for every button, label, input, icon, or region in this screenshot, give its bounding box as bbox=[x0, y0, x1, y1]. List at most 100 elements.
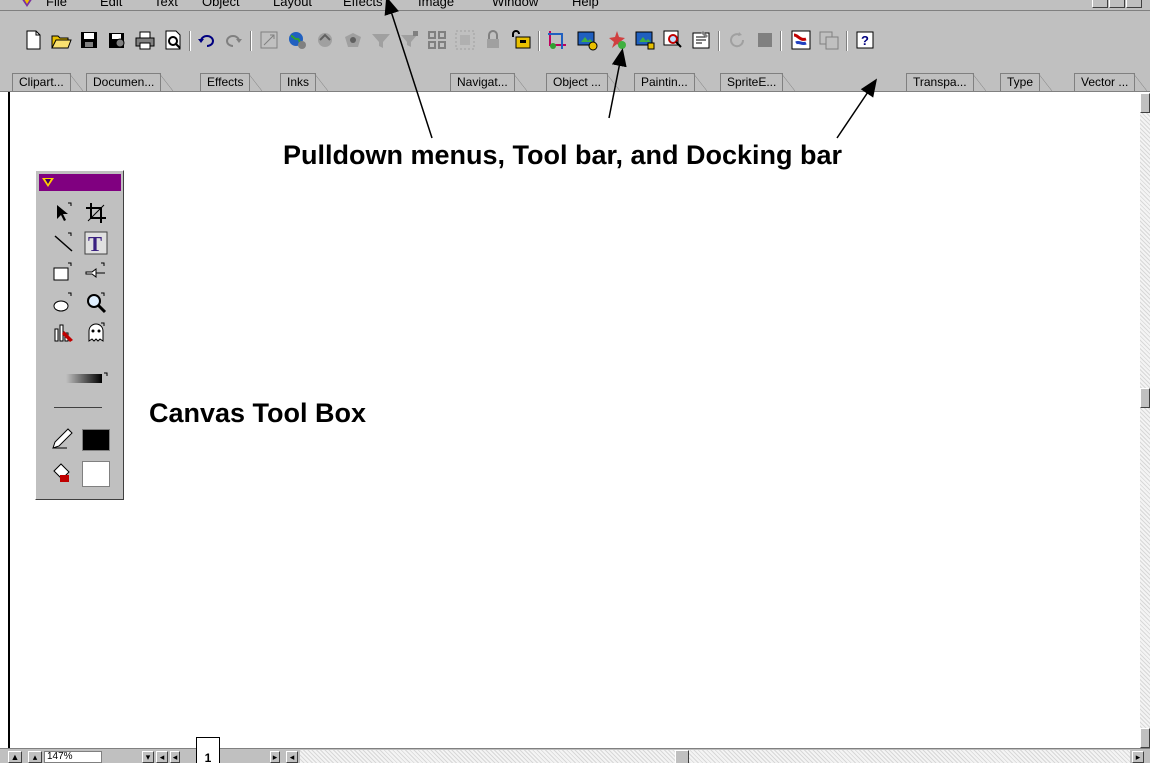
sprite-icon[interactable] bbox=[818, 29, 840, 51]
stroke-color-swatch[interactable] bbox=[82, 429, 110, 451]
toolbox-divider bbox=[54, 407, 102, 408]
zoom-dropdown-icon[interactable]: ▾ bbox=[142, 751, 154, 763]
zoom-tool-icon[interactable] bbox=[84, 291, 108, 315]
dock-tab-inks[interactable]: Inks bbox=[280, 73, 329, 91]
scroll-up-arrow-icon[interactable]: ▲ bbox=[8, 751, 22, 763]
dock-tab-sprite-effects[interactable]: SpriteE... bbox=[720, 73, 796, 91]
annotation-canvas-tool-box: Canvas Tool Box bbox=[149, 398, 367, 428]
scroll-right-icon[interactable]: ▸ bbox=[1132, 751, 1144, 763]
fill-bucket-icon[interactable] bbox=[50, 461, 74, 485]
ellipse-tool-icon[interactable] bbox=[52, 291, 76, 315]
web-icon[interactable] bbox=[286, 29, 308, 51]
new-icon[interactable] bbox=[22, 29, 44, 51]
rotate-icon[interactable] bbox=[314, 29, 336, 51]
text-tool-icon[interactable]: T bbox=[84, 231, 108, 255]
dock-tab-document[interactable]: Documen... bbox=[86, 73, 174, 91]
app-logo-icon bbox=[42, 178, 54, 187]
menu-layout[interactable]: Layout bbox=[273, 0, 312, 9]
toolbox-title-bar[interactable] bbox=[39, 174, 121, 191]
app-logo-icon[interactable] bbox=[20, 0, 34, 8]
open-icon[interactable] bbox=[50, 29, 72, 51]
align-icon[interactable] bbox=[426, 29, 448, 51]
restore-button[interactable] bbox=[1109, 0, 1125, 8]
refresh-icon[interactable] bbox=[726, 29, 748, 51]
lock-icon[interactable] bbox=[482, 29, 504, 51]
dock-tab-effects[interactable]: Effects bbox=[200, 73, 264, 91]
zoom-decrease-icon[interactable]: ▴ bbox=[28, 751, 42, 763]
menu-object[interactable]: Object bbox=[202, 0, 240, 9]
horizontal-scroll-status-bar: ▲ ▴ 147% ▾ ◂ ◂ 1 ▸ ◂ ▸ bbox=[0, 737, 1150, 763]
dock-tab-transparency[interactable]: Transpa... bbox=[906, 73, 986, 91]
minimize-button[interactable] bbox=[1092, 0, 1108, 8]
dock-tab-clipart[interactable]: Clipart... bbox=[12, 73, 83, 91]
first-page-icon[interactable]: ◂ bbox=[156, 751, 168, 763]
save-icon[interactable] bbox=[78, 29, 100, 51]
dock-tab-object[interactable]: Object ... bbox=[546, 73, 621, 91]
print-preview-icon[interactable] bbox=[162, 29, 184, 51]
toolbar-separator bbox=[846, 31, 848, 51]
vertical-scrollbar[interactable] bbox=[1140, 93, 1150, 748]
dock-tab-painting[interactable]: Paintin... bbox=[634, 73, 707, 91]
undo-icon[interactable] bbox=[196, 29, 218, 51]
gradient-tool-icon[interactable] bbox=[64, 371, 108, 385]
svg-text:?: ? bbox=[861, 33, 869, 48]
close-button[interactable] bbox=[1126, 0, 1142, 8]
docking-bar: Clipart... Documen... Effects Inks Navig… bbox=[0, 70, 1150, 92]
next-page-icon[interactable]: ▸ bbox=[270, 751, 280, 763]
prev-page-icon[interactable]: ◂ bbox=[170, 751, 180, 763]
menu-edit[interactable]: Edit bbox=[100, 0, 122, 9]
selection-arrow-icon[interactable] bbox=[52, 201, 76, 225]
group-icon[interactable] bbox=[454, 29, 476, 51]
zoom-level-field[interactable]: 147% bbox=[44, 751, 102, 763]
fill-color-swatch[interactable] bbox=[82, 461, 110, 487]
crop-image-icon[interactable] bbox=[546, 29, 568, 51]
dock-tab-type[interactable]: Type bbox=[1000, 73, 1053, 91]
menu-effects[interactable]: Effects bbox=[343, 0, 383, 9]
stroke-color-pen-icon[interactable] bbox=[50, 427, 74, 451]
toolbar-separator bbox=[250, 31, 252, 51]
menu-image[interactable]: Image bbox=[418, 0, 454, 9]
menu-text[interactable]: Text bbox=[154, 0, 178, 9]
shape-icon[interactable] bbox=[342, 29, 364, 51]
toolbar-separator bbox=[718, 31, 720, 51]
rectangle-tool-icon[interactable] bbox=[52, 261, 76, 285]
stop-icon[interactable] bbox=[754, 29, 776, 51]
save-all-icon[interactable] bbox=[106, 29, 128, 51]
menu-window[interactable]: Window bbox=[492, 0, 538, 9]
toolbar-separator bbox=[780, 31, 782, 51]
toolbar-separator bbox=[189, 31, 191, 51]
toolbar-separator bbox=[538, 31, 540, 51]
zoom-image-icon[interactable] bbox=[662, 29, 684, 51]
effect-icon[interactable] bbox=[398, 29, 420, 51]
resize-icon[interactable] bbox=[258, 29, 280, 51]
annotation-pulldown-toolbar-docking: Pulldown menus, Tool bar, and Docking ba… bbox=[283, 140, 843, 170]
horizontal-scroll-thumb[interactable] bbox=[675, 750, 689, 763]
paint-brush-icon[interactable] bbox=[52, 321, 76, 345]
scroll-down-button[interactable] bbox=[1140, 728, 1150, 748]
scroll-up-button[interactable] bbox=[1140, 93, 1150, 113]
page-tab[interactable]: 1 bbox=[196, 737, 220, 763]
line-tool-icon[interactable] bbox=[52, 231, 76, 255]
dock-tab-vector[interactable]: Vector ... bbox=[1074, 73, 1148, 91]
paint-icon[interactable] bbox=[790, 29, 812, 51]
svg-text:T: T bbox=[88, 232, 102, 255]
image-export-icon[interactable] bbox=[634, 29, 656, 51]
scroll-left-icon[interactable]: ◂ bbox=[286, 751, 298, 763]
help-icon[interactable]: ? bbox=[854, 29, 876, 51]
dock-tab-navigator[interactable]: Navigat... bbox=[450, 73, 527, 91]
image-effect-icon[interactable] bbox=[606, 29, 628, 51]
menu-file[interactable]: File bbox=[46, 0, 67, 9]
unlock-icon[interactable] bbox=[510, 29, 532, 51]
horizontal-scroll-track[interactable] bbox=[300, 750, 1130, 763]
image-edit-icon[interactable] bbox=[576, 29, 598, 51]
toolbar-buttons: ? bbox=[22, 29, 1142, 55]
properties-icon[interactable] bbox=[690, 29, 712, 51]
menu-help[interactable]: Help bbox=[572, 0, 599, 9]
redo-icon[interactable] bbox=[222, 29, 244, 51]
sprite-ghost-icon[interactable] bbox=[84, 321, 108, 345]
vertical-scroll-thumb[interactable] bbox=[1140, 388, 1150, 408]
filter-icon[interactable] bbox=[370, 29, 392, 51]
pen-tool-icon[interactable] bbox=[84, 261, 108, 285]
crop-icon[interactable] bbox=[84, 201, 108, 225]
print-icon[interactable] bbox=[134, 29, 156, 51]
